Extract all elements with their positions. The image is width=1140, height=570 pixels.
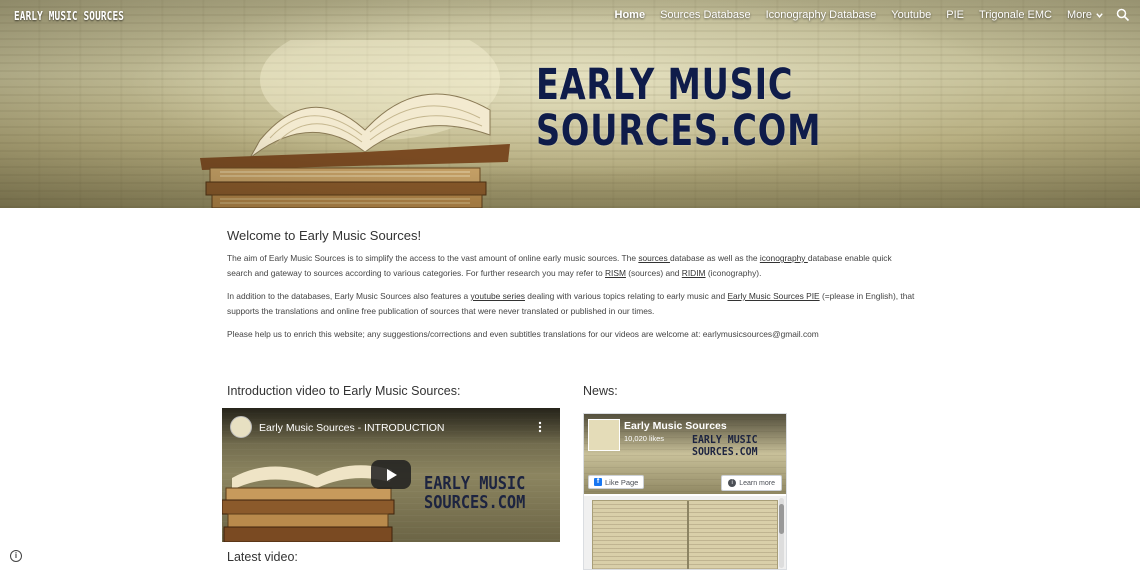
contact-paragraph: Please help us to enrich this website; a… bbox=[227, 329, 819, 339]
intro-text-4: (sources) and bbox=[625, 268, 682, 278]
score-divider bbox=[687, 501, 689, 569]
play-button[interactable] bbox=[371, 460, 411, 489]
welcome-title: Welcome to Early Music Sources! bbox=[227, 228, 422, 243]
nav-more-label: More bbox=[1066, 9, 1092, 21]
nav-item-trigonale-emc[interactable]: Trigonale EMC bbox=[979, 9, 1052, 23]
news-heading: News: bbox=[583, 384, 618, 398]
features-text-1: In addition to the databases, Early Musi… bbox=[227, 291, 471, 301]
fb-like-count: 10,020 likes bbox=[624, 434, 665, 443]
fb-like-page-button[interactable]: f Like Page bbox=[588, 475, 645, 489]
banner-logo: EARLY MUSIC SOURCES.COM bbox=[536, 60, 822, 162]
hero-banner: EARLY MUSIC SOURCES.COM bbox=[0, 0, 1140, 208]
fb-scrollbar[interactable] bbox=[779, 498, 784, 568]
features-paragraph: In addition to the databases, Early Musi… bbox=[227, 289, 917, 319]
fb-cover-logo-line2: SOURCES.COM bbox=[692, 445, 758, 458]
pie-link[interactable]: Early Music Sources PIE bbox=[727, 291, 819, 301]
rism-link[interactable]: RISM bbox=[605, 268, 626, 278]
top-navigation: Home Sources Database Iconography Databa… bbox=[600, 9, 1104, 23]
nav-item-iconography-database[interactable]: Iconography Database bbox=[766, 9, 877, 23]
video-logo-line2: SOURCES.COM bbox=[424, 492, 526, 513]
search-icon[interactable] bbox=[1116, 8, 1130, 22]
youtube-series-link[interactable]: youtube series bbox=[470, 291, 524, 301]
video-logo-line1: EARLY MUSIC bbox=[424, 473, 526, 494]
info-icon: i bbox=[728, 479, 737, 487]
sources-link[interactable]: sources bbox=[638, 253, 670, 263]
chevron-down-icon bbox=[1096, 12, 1103, 18]
site-info-icon[interactable]: i bbox=[10, 550, 22, 562]
nav-item-home[interactable]: Home bbox=[615, 9, 646, 23]
site-title-link[interactable]: EARLY MUSIC SOURCES bbox=[14, 9, 124, 23]
facebook-page-widget: EARLY MUSIC SOURCES.COM Early Music Sour… bbox=[583, 413, 787, 570]
fb-learn-more-label: Learn more bbox=[739, 479, 775, 487]
welcome-section: Welcome to Early Music Sources! The aim … bbox=[227, 228, 917, 350]
channel-avatar[interactable] bbox=[230, 416, 252, 438]
fb-like-page-label: Like Page bbox=[605, 477, 639, 487]
more-options-icon[interactable] bbox=[538, 421, 542, 433]
facebook-icon: f bbox=[594, 478, 602, 486]
video-title[interactable]: Early Music Sources - INTRODUCTION bbox=[259, 422, 445, 434]
intro-video-player[interactable]: Early Music Sources - INTRODUCTION EARLY… bbox=[222, 408, 560, 542]
intro-video-heading: Introduction video to Early Music Source… bbox=[227, 384, 461, 398]
video-logo: EARLY MUSIC SOURCES.COM bbox=[424, 474, 525, 512]
fb-page-name[interactable]: Early Music Sources bbox=[624, 420, 727, 432]
banner-logo-line1: EARLY MUSIC bbox=[536, 60, 794, 110]
intro-text-5: (iconography). bbox=[705, 268, 762, 278]
nav-item-youtube[interactable]: Youtube bbox=[891, 9, 931, 23]
nav-item-sources-database[interactable]: Sources Database bbox=[660, 9, 751, 23]
nav-item-pie[interactable]: PIE bbox=[946, 9, 964, 23]
ridim-link[interactable]: RIDIM bbox=[682, 268, 706, 278]
intro-paragraph: The aim of Early Music Sources is to sim… bbox=[227, 251, 917, 281]
latest-video-heading: Latest video: bbox=[227, 550, 298, 564]
iconography-link[interactable]: iconography bbox=[760, 253, 808, 263]
features-text-2: dealing with various topics relating to … bbox=[524, 291, 728, 301]
fb-learn-more-button[interactable]: i Learn more bbox=[721, 475, 782, 491]
intro-text-1: The aim of Early Music Sources is to sim… bbox=[227, 253, 639, 263]
fb-page-avatar[interactable] bbox=[588, 419, 620, 451]
score-image bbox=[592, 500, 778, 569]
fb-post-preview[interactable] bbox=[584, 496, 786, 569]
banner-logo-line2: SOURCES.COM bbox=[536, 106, 822, 156]
intro-text-2: database as well as the bbox=[669, 253, 760, 263]
fb-cover-logo: EARLY MUSIC SOURCES.COM bbox=[692, 434, 758, 458]
nav-item-more[interactable]: More bbox=[1067, 9, 1104, 23]
